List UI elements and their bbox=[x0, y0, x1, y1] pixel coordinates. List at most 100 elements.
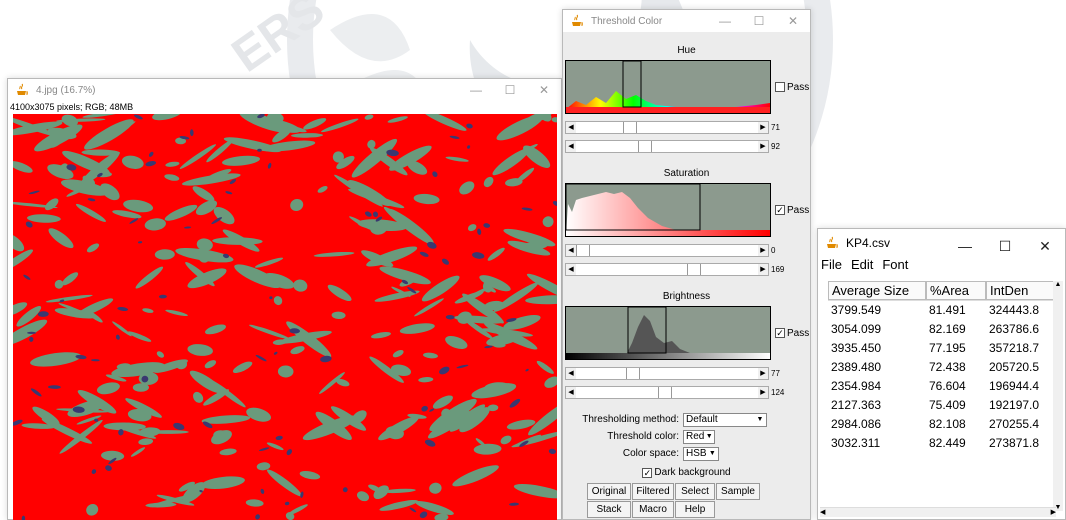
slider-right-arrow-icon[interactable]: ▶ bbox=[758, 141, 768, 152]
table-cell: 263786.6 bbox=[989, 322, 1040, 336]
slider-left-arrow-icon[interactable]: ◀ bbox=[566, 387, 576, 398]
slider-right-arrow-icon[interactable]: ▶ bbox=[758, 368, 768, 379]
image-canvas[interactable] bbox=[13, 114, 557, 520]
slider-left-arrow-icon[interactable]: ◀ bbox=[566, 368, 576, 379]
column-header-intden[interactable]: IntDen bbox=[986, 281, 1056, 300]
brightness-pass-label: Pass bbox=[787, 327, 810, 339]
minimize-icon[interactable]: — bbox=[708, 10, 742, 32]
vertical-scrollbar[interactable]: ▲ ▼ bbox=[1053, 281, 1063, 511]
sample-button[interactable]: Sample bbox=[716, 483, 760, 500]
menu-font[interactable]: Font bbox=[882, 257, 908, 273]
tissue-region bbox=[232, 361, 253, 374]
nucleus bbox=[21, 515, 26, 520]
image-window-titlebar[interactable]: 4.jpg (16.7%) — ☐ ✕ bbox=[8, 79, 561, 101]
column-header-average-size[interactable]: Average Size bbox=[828, 281, 926, 300]
brightness-max-slider[interactable]: ◀ ▶ bbox=[565, 386, 769, 399]
brightness-min-slider[interactable]: ◀ ▶ bbox=[565, 367, 769, 380]
tissue-region bbox=[459, 181, 475, 195]
hue-min-slider[interactable]: ◀ ▶ bbox=[565, 121, 769, 134]
table-row[interactable]: 2127.363 75.409 192197.0 bbox=[828, 396, 1056, 415]
brightness-pass-checkbox[interactable]: ✓ bbox=[775, 328, 785, 338]
tissue-region bbox=[367, 139, 376, 149]
table-row[interactable]: 3935.450 77.195 357218.7 bbox=[828, 339, 1056, 358]
slider-right-arrow-icon[interactable]: ▶ bbox=[758, 387, 768, 398]
nucleus bbox=[284, 501, 290, 506]
table-cell: 273871.8 bbox=[989, 436, 1040, 450]
tissue-region bbox=[96, 382, 120, 395]
slider-left-arrow-icon[interactable]: ◀ bbox=[566, 264, 576, 275]
tissue-region bbox=[205, 324, 226, 335]
color-space-select[interactable]: HSB ▼ bbox=[683, 446, 719, 461]
dark-background-checkbox[interactable]: ✓ bbox=[642, 467, 653, 478]
close-icon[interactable]: ✕ bbox=[527, 79, 561, 101]
menu-edit[interactable]: Edit bbox=[851, 257, 873, 273]
maximize-icon[interactable]: ☐ bbox=[493, 79, 527, 101]
slider-left-arrow-icon[interactable]: ◀ bbox=[566, 141, 576, 152]
tissue-region bbox=[13, 249, 34, 272]
menu-file[interactable]: File bbox=[821, 257, 842, 273]
minimize-icon[interactable]: — bbox=[945, 232, 985, 260]
scroll-left-arrow-icon[interactable]: ◀ bbox=[820, 508, 825, 518]
nucleus bbox=[184, 226, 192, 229]
table-row[interactable]: 3032.311 82.449 273871.8 bbox=[828, 434, 1056, 453]
hue-pass-checkbox[interactable] bbox=[775, 82, 785, 92]
table-cell: 76.604 bbox=[929, 379, 966, 393]
tissue-region bbox=[293, 279, 308, 292]
original-button[interactable]: Original bbox=[587, 483, 631, 500]
close-icon[interactable]: ✕ bbox=[776, 10, 810, 32]
nucleus bbox=[225, 191, 233, 195]
hue-pass-label: Pass bbox=[787, 81, 810, 93]
threshold-color-select[interactable]: Red ▼ bbox=[683, 429, 715, 444]
threshold-window-titlebar[interactable]: Threshold Color — ☐ ✕ bbox=[563, 10, 810, 32]
table-row[interactable]: 2984.086 82.108 270255.4 bbox=[828, 415, 1056, 434]
nucleus bbox=[409, 507, 417, 513]
tissue-region bbox=[364, 114, 374, 120]
csv-window: KP4.csv — ☐ ✕ File Edit Font Average Siz… bbox=[817, 228, 1066, 520]
table-row[interactable]: 2354.984 76.604 196944.4 bbox=[828, 377, 1056, 396]
saturation-max-slider[interactable]: ◀ ▶ bbox=[565, 263, 769, 276]
csv-window-titlebar[interactable]: KP4.csv — ☐ ✕ bbox=[818, 229, 1065, 257]
table-row[interactable]: 3054.099 82.169 263786.6 bbox=[828, 320, 1056, 339]
table-cell: 3054.099 bbox=[831, 322, 882, 336]
slider-left-arrow-icon[interactable]: ◀ bbox=[566, 245, 576, 256]
nucleus bbox=[445, 314, 455, 320]
hue-histogram bbox=[565, 60, 771, 114]
slider-right-arrow-icon[interactable]: ▶ bbox=[758, 264, 768, 275]
nucleus bbox=[273, 351, 278, 355]
saturation-min-slider[interactable]: ◀ ▶ bbox=[565, 244, 769, 257]
table-row[interactable]: 3799.549 81.491 324443.8 bbox=[828, 301, 1056, 320]
filtered-button[interactable]: Filtered bbox=[632, 483, 674, 500]
saturation-pass-checkbox[interactable]: ✓ bbox=[775, 205, 785, 215]
nucleus bbox=[255, 514, 260, 520]
stack-button[interactable]: Stack bbox=[587, 501, 631, 518]
slider-left-arrow-icon[interactable]: ◀ bbox=[566, 122, 576, 133]
table-row[interactable]: 2389.480 72.438 205720.5 bbox=[828, 358, 1056, 377]
saturation-min-value: 0 bbox=[771, 246, 776, 255]
select-button[interactable]: Select bbox=[675, 483, 715, 500]
horizontal-scrollbar[interactable]: ◀ ▶ bbox=[820, 507, 1056, 517]
thresholding-method-select[interactable]: Default ▼ bbox=[683, 412, 767, 427]
slider-right-arrow-icon[interactable]: ▶ bbox=[758, 122, 768, 133]
tissue-region bbox=[387, 116, 408, 123]
scroll-up-arrow-icon[interactable]: ▲ bbox=[1053, 281, 1063, 288]
minimize-icon[interactable]: — bbox=[459, 79, 493, 101]
tissue-region bbox=[277, 365, 294, 378]
maximize-icon[interactable]: ☐ bbox=[985, 232, 1025, 260]
hue-max-slider[interactable]: ◀ ▶ bbox=[565, 140, 769, 153]
nucleus bbox=[456, 364, 469, 369]
thresholding-method-label: Thresholding method: bbox=[582, 414, 679, 425]
scroll-right-arrow-icon[interactable]: ▶ bbox=[1051, 508, 1056, 518]
tissue-region bbox=[452, 465, 499, 487]
help-button[interactable]: Help bbox=[675, 501, 715, 518]
tissue-region bbox=[221, 155, 261, 166]
maximize-icon[interactable]: ☐ bbox=[742, 10, 776, 32]
close-icon[interactable]: ✕ bbox=[1025, 232, 1065, 260]
nucleus bbox=[419, 511, 428, 519]
tissue-region bbox=[266, 469, 302, 497]
macro-button[interactable]: Macro bbox=[632, 501, 674, 518]
slider-right-arrow-icon[interactable]: ▶ bbox=[758, 245, 768, 256]
column-header-percent-area[interactable]: %Area bbox=[926, 281, 986, 300]
tissue-region bbox=[503, 314, 541, 330]
nucleus bbox=[429, 408, 435, 412]
saturation-histogram bbox=[565, 183, 771, 237]
